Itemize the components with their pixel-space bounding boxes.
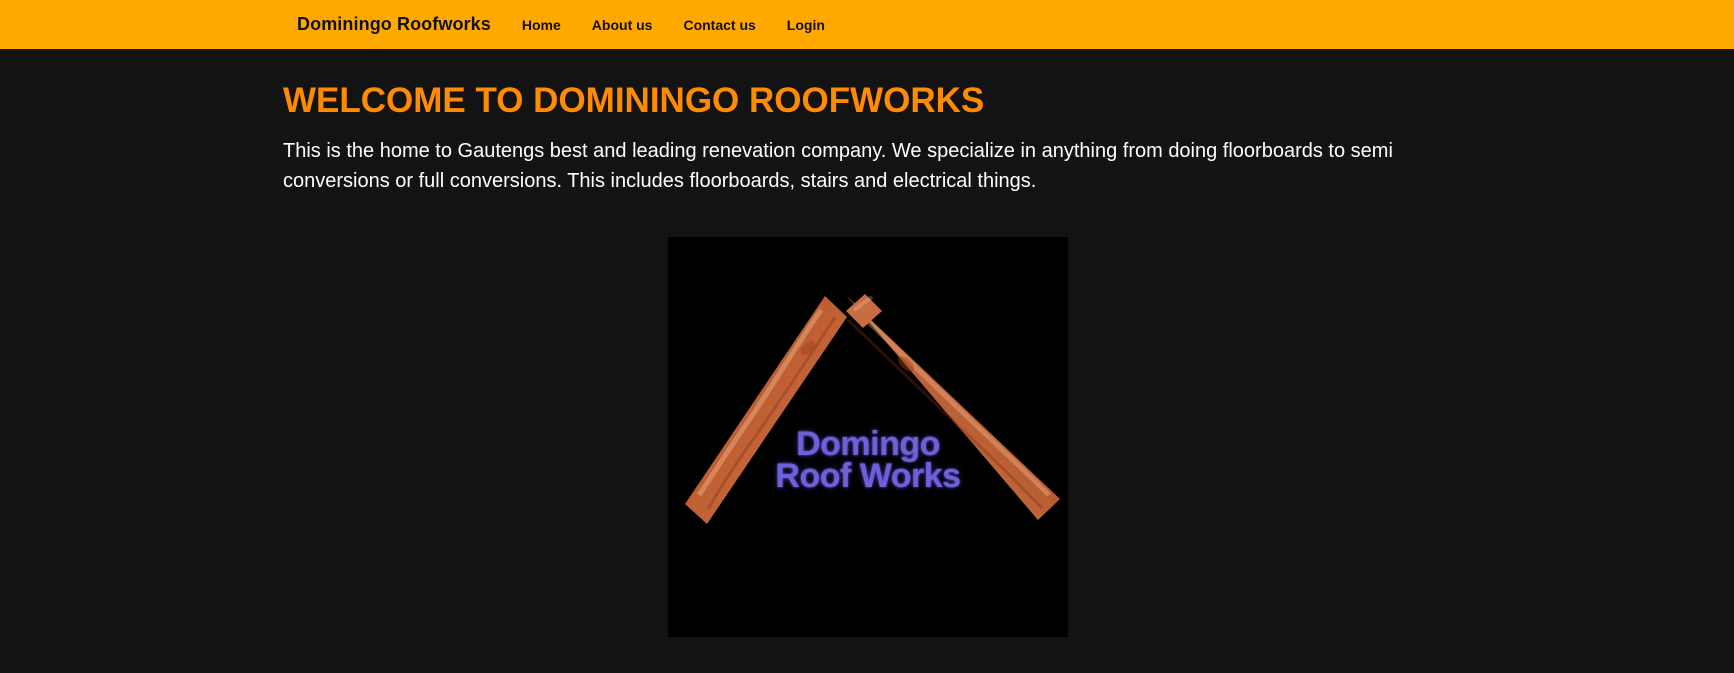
nav-contact-link[interactable]: Contact us: [683, 17, 755, 33]
top-navbar: Dominingo Roofworks Home About us Contac…: [0, 0, 1734, 49]
nav-home-link[interactable]: Home: [522, 17, 561, 33]
company-logo-image: Domingo Roof Works: [668, 237, 1068, 637]
brand-link[interactable]: Dominingo Roofworks: [297, 14, 491, 35]
intro-paragraph: This is the home to Gautengs best and le…: [283, 140, 1393, 192]
nav-login-link[interactable]: Login: [787, 17, 825, 33]
logo-text-line-2: Roof Works: [775, 457, 961, 495]
navbar-content: Dominingo Roofworks Home About us Contac…: [297, 0, 856, 49]
logo-text-line-1: Domingo: [796, 425, 940, 463]
nav-about-link[interactable]: About us: [592, 17, 653, 33]
page-title: WELCOME TO DOMININGO ROOFWORKS: [283, 81, 985, 120]
